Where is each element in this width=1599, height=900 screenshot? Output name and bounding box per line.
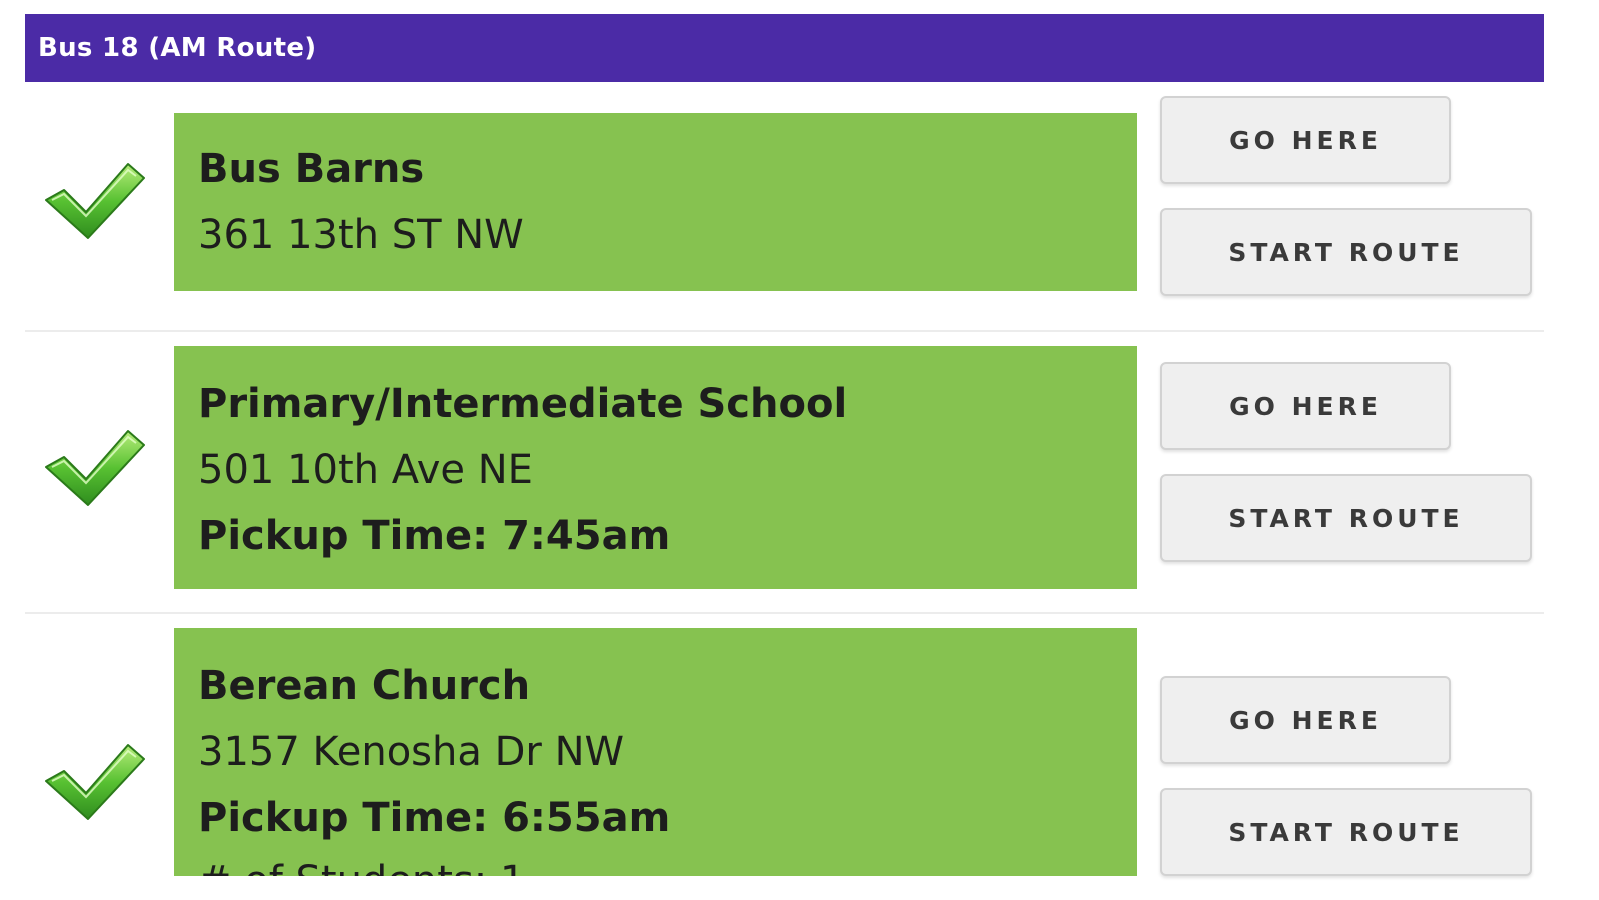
student-count: # of Students: 1 <box>198 861 525 876</box>
route-header: Bus 18 (AM Route) <box>25 14 1544 82</box>
start-route-button[interactable]: START ROUTE <box>1160 788 1532 876</box>
stop-name: Berean Church <box>198 663 531 709</box>
go-here-button[interactable]: GO HERE <box>1160 96 1451 184</box>
stop-card[interactable]: Primary/Intermediate School 501 10th Ave… <box>174 346 1137 589</box>
row-divider <box>25 330 1544 332</box>
go-here-button[interactable]: GO HERE <box>1160 676 1451 764</box>
go-here-button[interactable]: GO HERE <box>1160 362 1451 450</box>
checkmark-icon <box>45 744 145 820</box>
start-route-button[interactable]: START ROUTE <box>1160 474 1532 562</box>
pickup-time: Pickup Time: 6:55am <box>198 795 671 841</box>
checkmark-icon <box>45 430 145 506</box>
stop-card[interactable]: Berean Church 3157 Kenosha Dr NW Pickup … <box>174 628 1137 876</box>
stop-address: 3157 Kenosha Dr NW <box>198 729 625 775</box>
start-route-button[interactable]: START ROUTE <box>1160 208 1532 296</box>
stop-name: Bus Barns <box>198 146 425 192</box>
checkmark-icon <box>45 163 145 239</box>
route-title: Bus 18 (AM Route) <box>38 33 317 63</box>
stop-card[interactable]: Bus Barns 361 13th ST NW <box>174 113 1137 291</box>
stop-name: Primary/Intermediate School <box>198 381 848 427</box>
stop-address: 361 13th ST NW <box>198 212 524 258</box>
row-divider <box>25 612 1544 614</box>
stop-address: 501 10th Ave NE <box>198 447 533 493</box>
pickup-time: Pickup Time: 7:45am <box>198 513 671 559</box>
